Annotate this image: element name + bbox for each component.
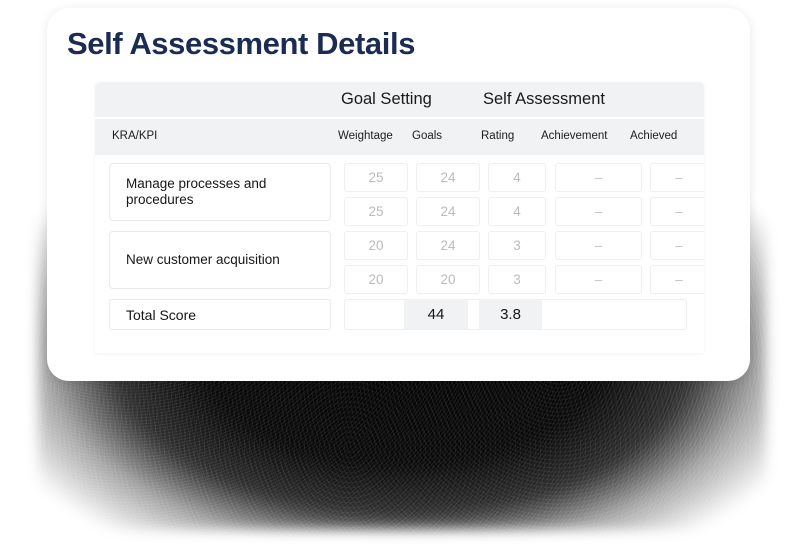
achievement-input[interactable]: – <box>555 265 642 294</box>
kra-cell: New customer acquisition <box>109 231 331 289</box>
achievement-input[interactable]: – <box>555 231 642 260</box>
total-score-label-cell: Total Score <box>109 299 331 330</box>
column-header-goals: Goals <box>412 130 443 142</box>
column-header-kra: KRA/KPI <box>112 130 158 142</box>
goals-input[interactable]: 24 <box>416 197 480 226</box>
self-assessment-card: Self Assessment Details Goal Setting Sel… <box>47 8 750 381</box>
rating-input[interactable]: 4 <box>488 163 546 192</box>
table-column-header-row: KRA/KPI Weightage Goals Rating Achieveme… <box>95 119 704 155</box>
weightage-input[interactable]: 20 <box>344 231 408 260</box>
rating-input[interactable]: 4 <box>488 197 546 226</box>
kra-label: Manage processes and procedures <box>126 176 267 207</box>
rating-input[interactable]: 3 <box>488 265 546 294</box>
assessment-table-panel: Goal Setting Self Assessment KRA/KPI Wei… <box>95 82 704 353</box>
goals-input[interactable]: 24 <box>416 163 480 192</box>
weightage-input[interactable]: 20 <box>344 265 408 294</box>
group-header-goal-setting: Goal Setting <box>341 90 432 108</box>
achievement-input[interactable]: – <box>555 163 642 192</box>
total-score-label: Total Score <box>126 306 197 323</box>
total-score-values-strip: 44 3.8 <box>344 299 687 330</box>
page-title: Self Assessment Details <box>67 26 416 61</box>
achieved-input[interactable]: – <box>650 265 704 294</box>
achieved-input[interactable]: – <box>650 197 704 226</box>
column-header-rating: Rating <box>481 130 515 142</box>
achieved-input[interactable]: – <box>650 231 704 260</box>
weightage-input[interactable]: 25 <box>344 163 408 192</box>
table-group-header-row: Goal Setting Self Assessment <box>95 82 704 117</box>
kra-label: New customer acquisition <box>126 252 280 267</box>
achieved-input[interactable]: – <box>650 163 704 192</box>
rating-input[interactable]: 3 <box>488 231 546 260</box>
goals-input[interactable]: 24 <box>416 231 480 260</box>
kra-cell: Manage processes and procedures <box>109 163 331 221</box>
goals-input[interactable]: 20 <box>416 265 480 294</box>
column-header-weightage: Weightage <box>338 130 393 142</box>
group-header-self-assessment: Self Assessment <box>483 90 605 108</box>
column-header-achieved: Achieved <box>630 130 678 142</box>
total-rating-value: 3.8 <box>479 300 542 329</box>
table-body: Manage processes and procedures New cust… <box>95 155 704 353</box>
screenshot-stage: Self Assessment Details Goal Setting Sel… <box>0 0 800 549</box>
column-header-achievement: Achievement <box>541 130 608 142</box>
total-goals-value: 44 <box>404 300 468 329</box>
weightage-input[interactable]: 25 <box>344 197 408 226</box>
achievement-input[interactable]: – <box>555 197 642 226</box>
